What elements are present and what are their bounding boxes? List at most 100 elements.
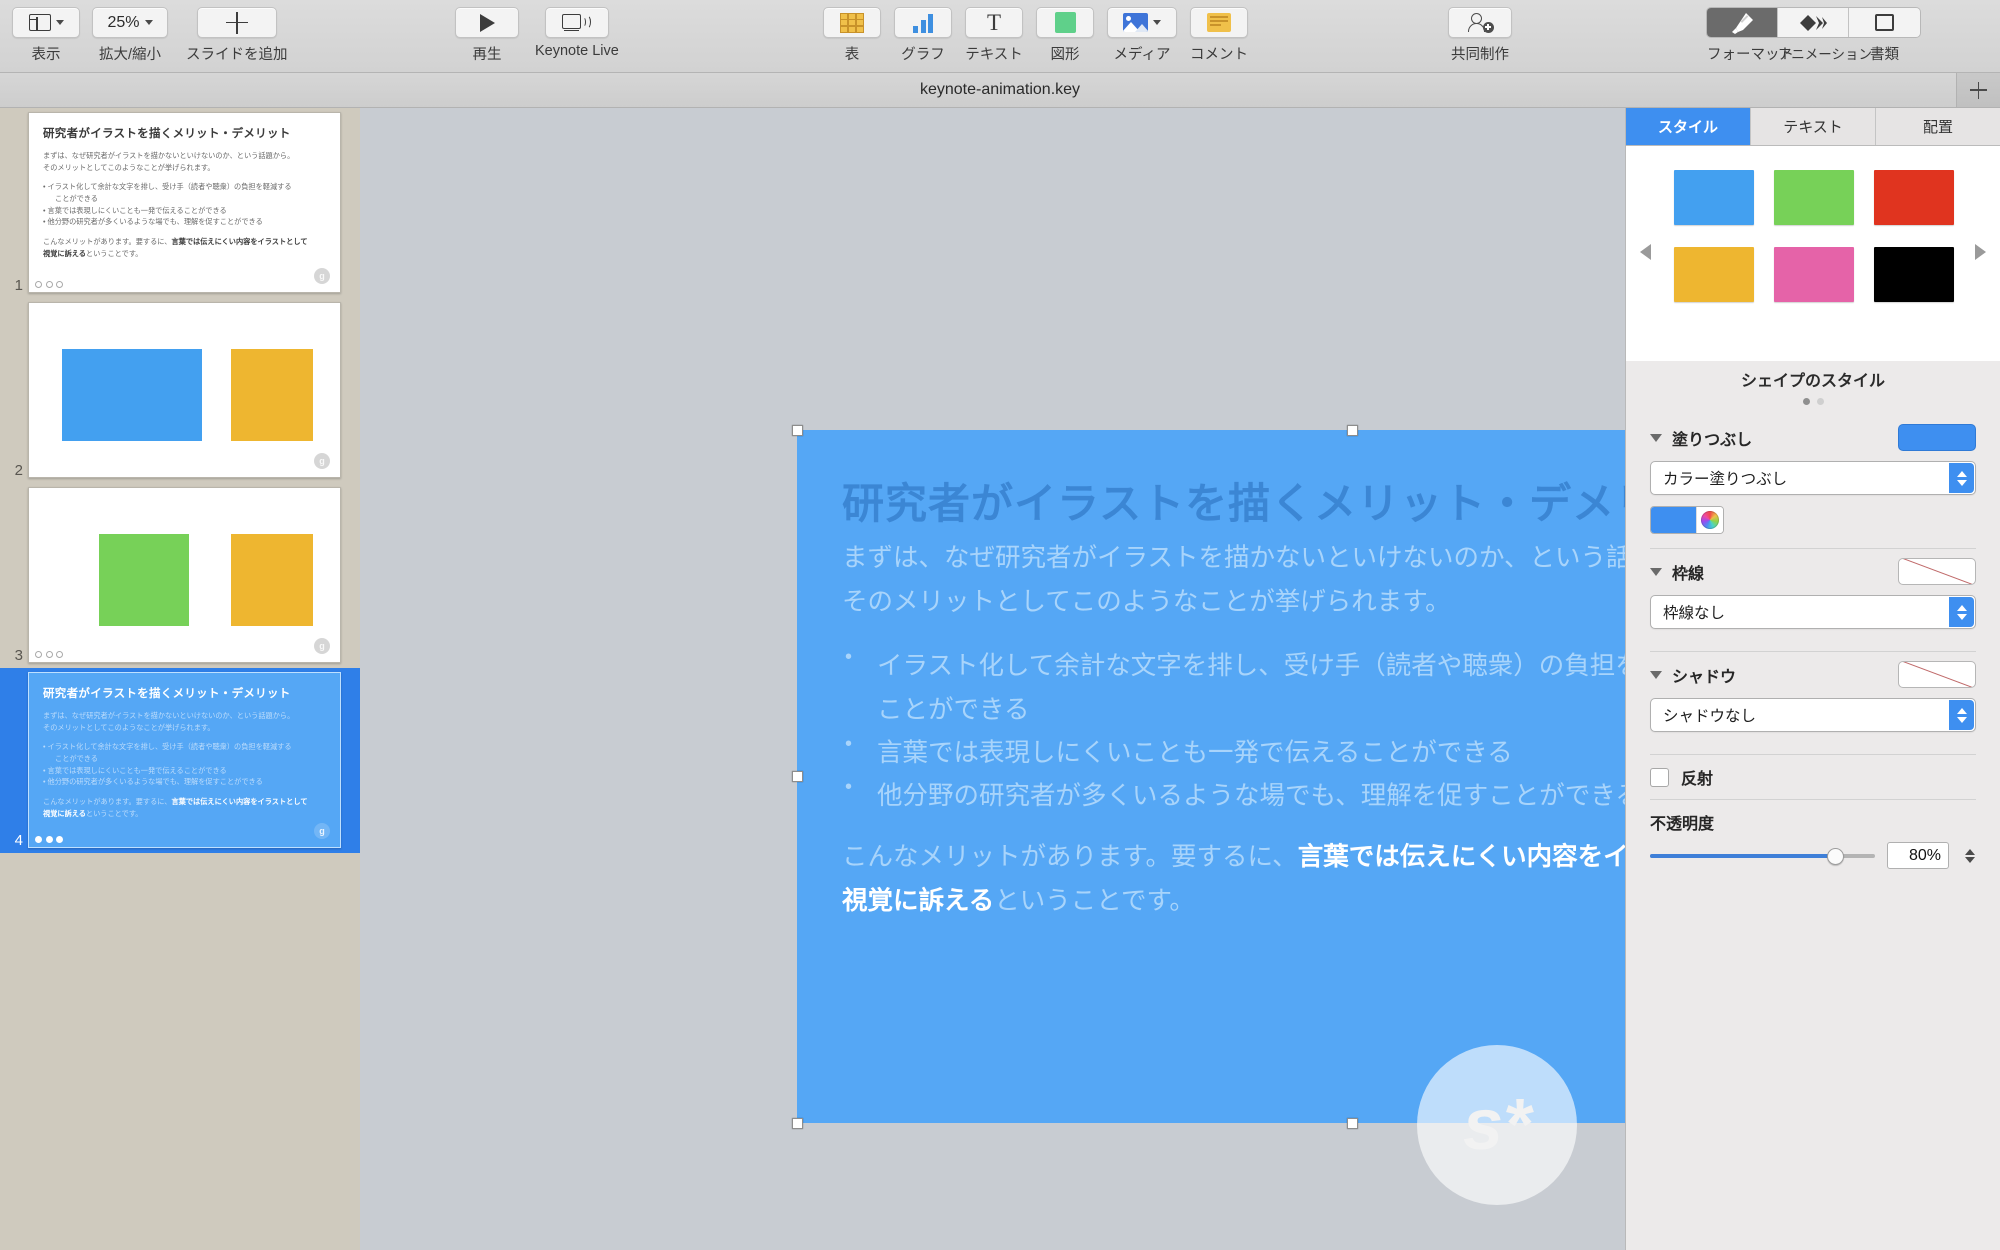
animate-tab-button[interactable] bbox=[1778, 8, 1849, 37]
slide-thumbnail-3[interactable]: 3 g bbox=[0, 483, 360, 668]
thumb-bullet-2: 言葉では表現しにくいことも一発で伝えることができる bbox=[47, 205, 227, 215]
zoom-button-group[interactable]: 25% 拡大/縮小 bbox=[92, 7, 168, 64]
style-swatch-black[interactable] bbox=[1874, 247, 1954, 302]
thumb-bullet-1b: ことができる bbox=[55, 753, 98, 763]
format-inspector: スタイル テキスト 配置 シェイプのスタイル 塗りつぶし カラー塗りつぶし 枠線… bbox=[1625, 108, 2000, 1250]
resize-handle-middle-left[interactable] bbox=[791, 770, 803, 782]
table-button[interactable] bbox=[823, 7, 881, 38]
tab-style[interactable]: スタイル bbox=[1626, 108, 1751, 145]
opacity-slider-knob[interactable] bbox=[1826, 847, 1844, 865]
border-type-popup[interactable]: 枠線なし bbox=[1650, 595, 1976, 629]
style-swatch-green[interactable] bbox=[1774, 170, 1854, 225]
disclosure-triangle-icon[interactable] bbox=[1650, 671, 1662, 679]
document-icon bbox=[1875, 14, 1894, 31]
disclosure-triangle-icon[interactable] bbox=[1650, 434, 1662, 442]
border-preview-none[interactable] bbox=[1898, 558, 1976, 585]
shape-button-group[interactable]: 図形 bbox=[1036, 7, 1094, 64]
play-button-group[interactable]: 再生 bbox=[455, 7, 519, 64]
disclosure-triangle-icon[interactable] bbox=[1650, 568, 1662, 576]
fill-type-popup[interactable]: カラー塗りつぶし bbox=[1650, 461, 1976, 495]
resize-handle-bottom-left[interactable] bbox=[791, 1117, 803, 1129]
keynote-live-button[interactable] bbox=[544, 7, 609, 38]
slide-thumbnail-1[interactable]: 1 研究者がイラストを描くメリット・デメリット まずは、なぜ研究者がイラストを描… bbox=[0, 108, 360, 298]
format-tab-button[interactable] bbox=[1707, 8, 1778, 37]
resize-handle-top-left[interactable] bbox=[791, 424, 803, 436]
slide-title: 研究者がイラストを描くメリット・デメリット bbox=[842, 480, 1745, 527]
transition-marker-icon: g bbox=[314, 823, 330, 839]
reflection-row[interactable]: 反射 bbox=[1626, 755, 2000, 799]
opacity-value-field[interactable]: 80% bbox=[1887, 842, 1949, 869]
fill-preview-swatch[interactable] bbox=[1898, 424, 1976, 451]
prev-style-page-arrow-icon[interactable] bbox=[1640, 244, 1651, 260]
chart-button-group[interactable]: グラフ bbox=[894, 7, 952, 64]
shadow-section-header[interactable]: シャドウ bbox=[1650, 652, 1976, 698]
thumbnail-canvas: g bbox=[28, 302, 341, 478]
play-button[interactable] bbox=[455, 7, 519, 38]
shadow-type-value: シャドウなし bbox=[1663, 708, 1757, 725]
style-page-indicator[interactable] bbox=[1626, 391, 2000, 405]
document-tab-button[interactable] bbox=[1849, 8, 1920, 37]
text-button-group[interactable]: T テキスト bbox=[965, 7, 1023, 64]
text-button[interactable]: T bbox=[965, 7, 1023, 38]
shape-button[interactable] bbox=[1036, 7, 1094, 38]
shape-style-presets bbox=[1626, 146, 2000, 361]
style-swatch-blue[interactable] bbox=[1674, 170, 1754, 225]
table-button-group[interactable]: 表 bbox=[823, 7, 881, 64]
border-section-header[interactable]: 枠線 bbox=[1650, 549, 1976, 595]
zoom-button-label: 拡大/縮小 bbox=[98, 47, 162, 63]
tab-arrange[interactable]: 配置 bbox=[1876, 108, 2000, 145]
collaborate-button-group[interactable]: 共同制作 bbox=[1448, 7, 1512, 64]
slide-canvas[interactable]: 研究者がイラストを描くメリット・デメリット まずは、なぜ研究者がイラストを描かな… bbox=[360, 108, 1913, 1250]
popup-stepper-icon[interactable] bbox=[1949, 700, 1974, 730]
shadow-type-popup[interactable]: シャドウなし bbox=[1650, 698, 1976, 732]
comment-button[interactable] bbox=[1190, 7, 1248, 38]
keynote-live-button-group[interactable]: Keynote Live bbox=[535, 7, 619, 59]
thumb-closing-4: ということです。 bbox=[85, 249, 143, 259]
slide-thumbnail-4[interactable]: 4 研究者がイラストを描くメリット・デメリット まずは、なぜ研究者がイラストを描… bbox=[0, 668, 360, 853]
style-swatch-yellow[interactable] bbox=[1674, 247, 1754, 302]
add-slide-button[interactable] bbox=[196, 7, 277, 38]
thumb-bullet-2: 言葉では表現しにくいことも一発で伝えることができる bbox=[47, 765, 227, 775]
add-person-icon bbox=[1467, 12, 1494, 34]
shadow-preview-none[interactable] bbox=[1898, 661, 1976, 688]
fill-color-well[interactable] bbox=[1650, 506, 1724, 534]
style-swatch-pink[interactable] bbox=[1774, 247, 1854, 302]
comment-button-group[interactable]: コメント bbox=[1190, 7, 1248, 64]
thumb-title: 研究者がイラストを描くメリット・デメリット bbox=[43, 688, 291, 700]
slide-navigator[interactable]: 1 研究者がイラストを描くメリット・デメリット まずは、なぜ研究者がイラストを描… bbox=[0, 108, 360, 1250]
inspector-tab-bar[interactable]: スタイル テキスト 配置 bbox=[1626, 108, 2000, 146]
popup-stepper-icon[interactable] bbox=[1949, 597, 1974, 627]
style-swatch-red[interactable] bbox=[1874, 170, 1954, 225]
document-tab-label: 書類 bbox=[1870, 47, 1899, 63]
opacity-stepper[interactable] bbox=[1961, 848, 1978, 863]
view-button-group[interactable]: 表示 bbox=[12, 7, 80, 64]
opacity-slider[interactable] bbox=[1650, 847, 1875, 865]
resize-handle-top-center[interactable] bbox=[1346, 424, 1358, 436]
slide-thumbnail-2[interactable]: 2 g bbox=[0, 298, 360, 483]
resize-handle-bottom-center[interactable] bbox=[1346, 1117, 1358, 1129]
slide-number: 3 bbox=[14, 647, 23, 664]
color-wheel-button[interactable] bbox=[1696, 507, 1723, 533]
add-tab-button[interactable] bbox=[1956, 73, 2000, 108]
inspector-segmented-control[interactable]: フォーマット アニメーション 書類 bbox=[1706, 7, 1921, 64]
media-button-group[interactable]: メディア bbox=[1107, 7, 1177, 64]
shape-square-icon bbox=[1054, 12, 1076, 33]
zoom-button[interactable]: 25% bbox=[92, 7, 168, 38]
view-button[interactable] bbox=[12, 7, 80, 38]
shape-style-caption: シェイプのスタイル bbox=[1740, 373, 1885, 390]
collaborate-button[interactable] bbox=[1448, 7, 1512, 38]
popup-stepper-icon[interactable] bbox=[1949, 463, 1974, 493]
fill-section-header[interactable]: 塗りつぶし bbox=[1650, 415, 1976, 461]
add-slide-button-group[interactable]: スライドを追加 bbox=[186, 7, 288, 64]
media-button[interactable] bbox=[1107, 7, 1177, 38]
chart-button[interactable] bbox=[894, 7, 952, 38]
opacity-row[interactable]: 80% bbox=[1626, 834, 2000, 869]
reflection-checkbox[interactable] bbox=[1650, 767, 1669, 787]
canvas-watermark-logo: s* bbox=[1417, 1045, 1577, 1205]
tab-text[interactable]: テキスト bbox=[1751, 108, 1876, 145]
border-type-value: 枠線なし bbox=[1663, 605, 1726, 622]
fill-section: 塗りつぶし カラー塗りつぶし bbox=[1626, 415, 2000, 534]
next-style-page-arrow-icon[interactable] bbox=[1975, 244, 1986, 260]
thumb-closing-1: こんなメリットがあります。要するに、 bbox=[43, 797, 172, 807]
fill-color-swatch[interactable] bbox=[1651, 507, 1696, 533]
